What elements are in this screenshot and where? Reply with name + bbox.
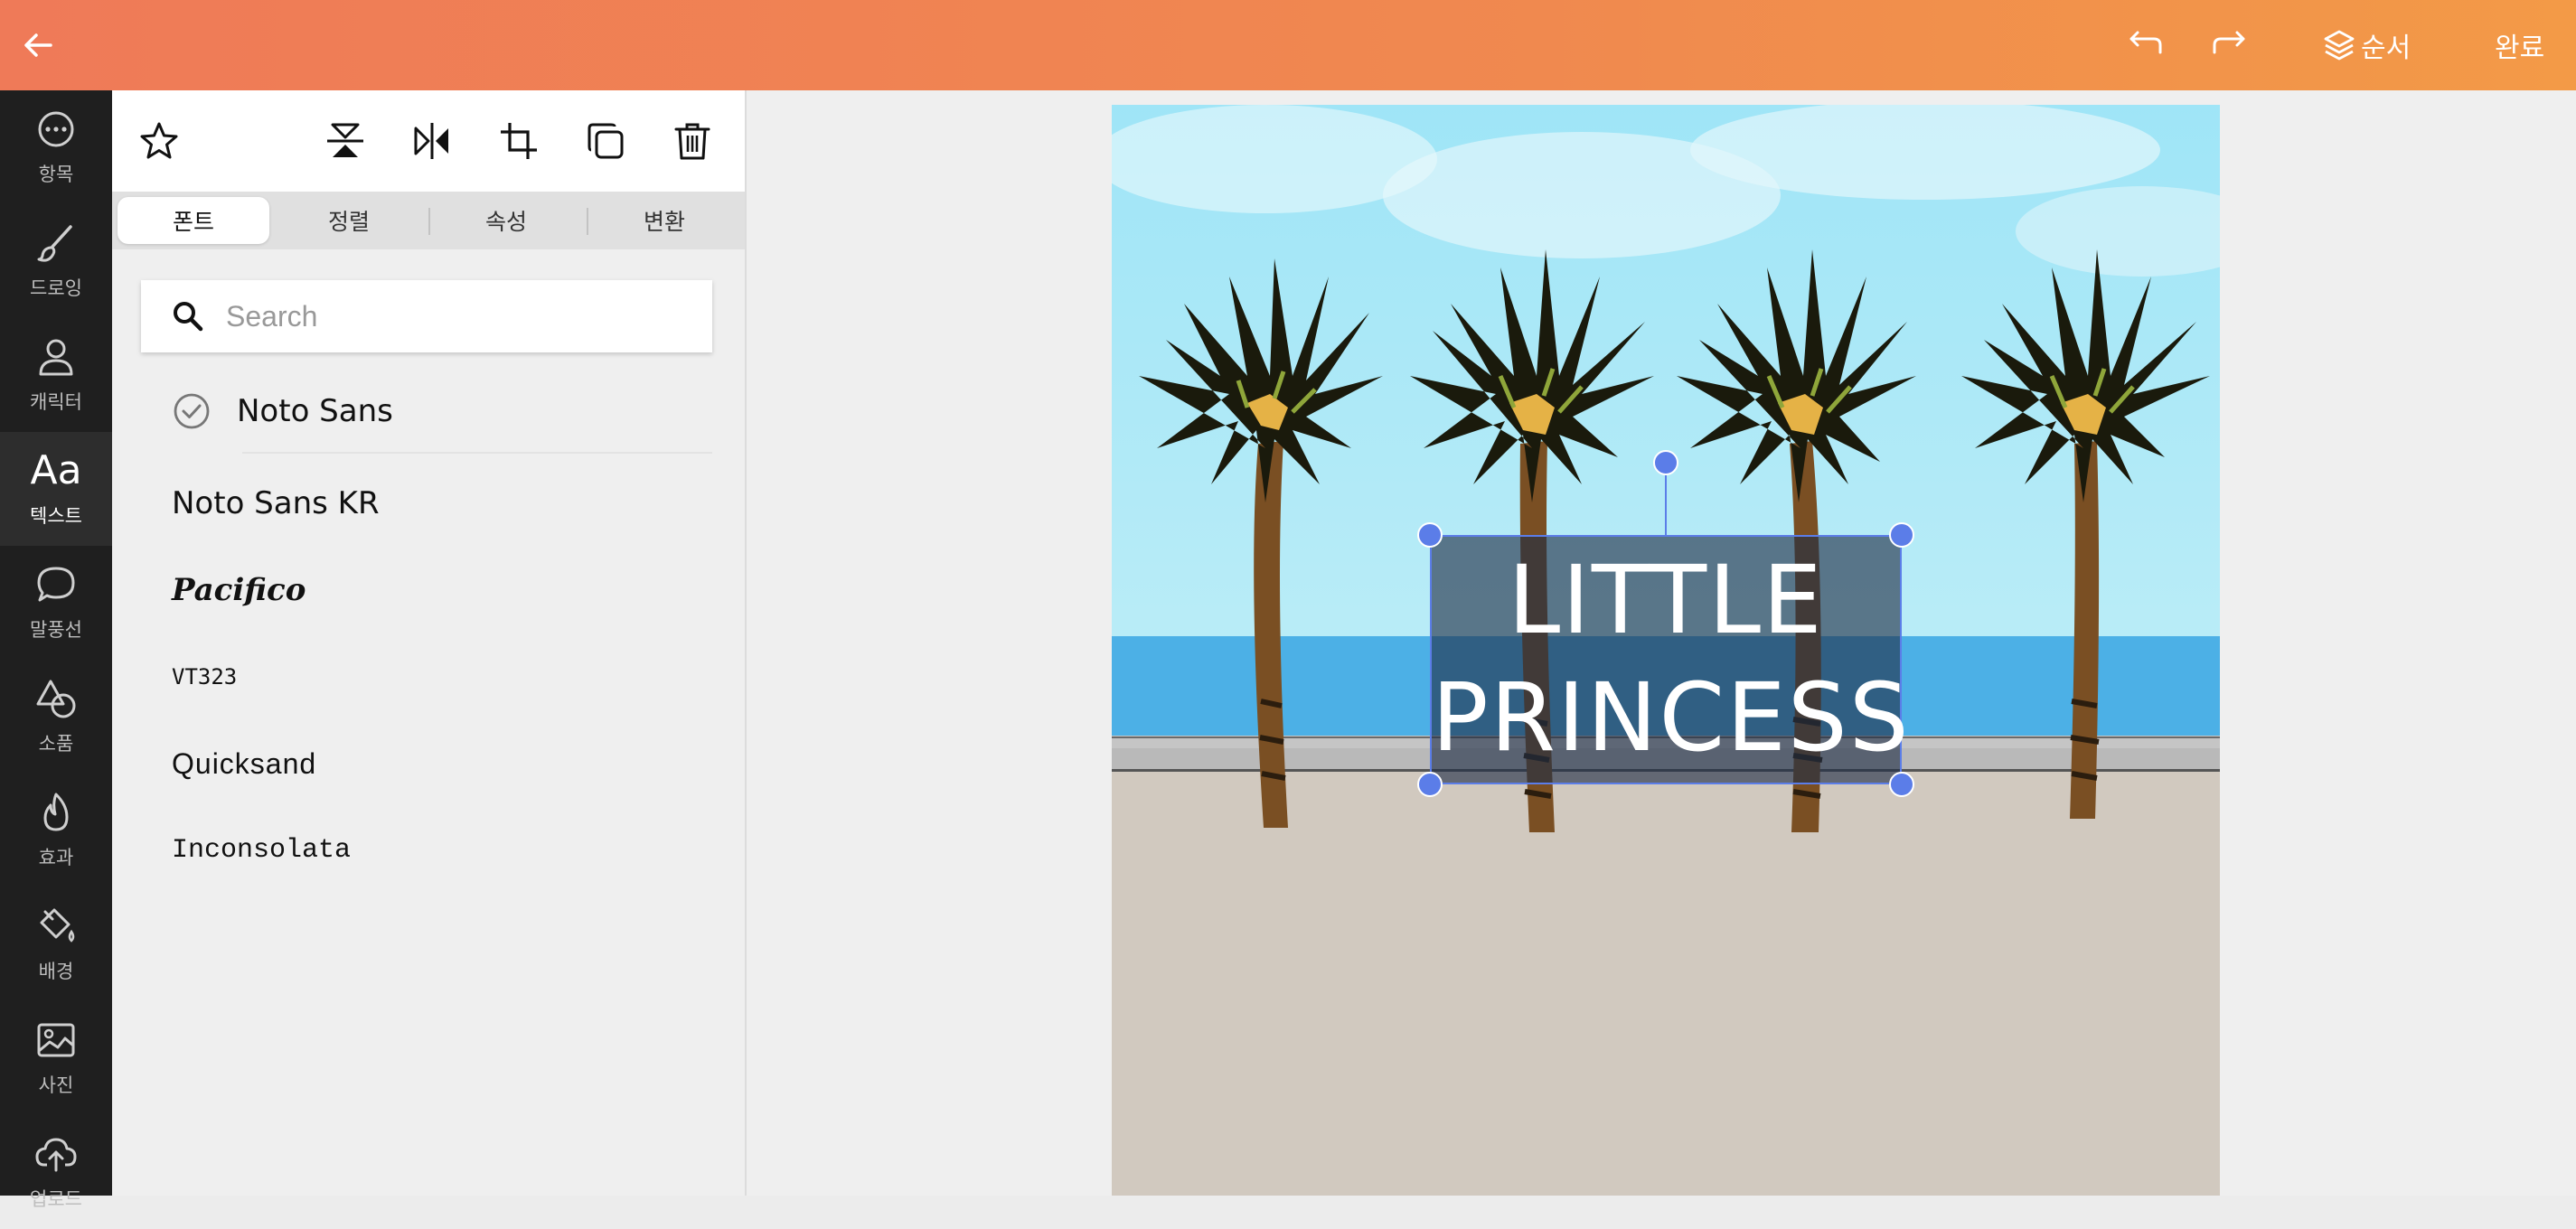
resize-handle-top-left[interactable] [1417, 522, 1443, 548]
tab-properties[interactable]: 속성 [430, 197, 582, 244]
font-name: Pacifico [172, 572, 306, 608]
shapes-icon [36, 680, 76, 718]
tab-transform[interactable]: 변환 [588, 197, 740, 244]
crop-icon [501, 123, 537, 159]
rail-label: 말풍선 [30, 620, 82, 641]
rail-item-speech-bubble[interactable]: 말풍선 [0, 546, 112, 660]
font-name: Inconsolata [172, 835, 352, 866]
resize-handle-top-right[interactable] [1889, 522, 1914, 548]
font-list-divider [242, 452, 712, 454]
favorite-button[interactable] [134, 116, 184, 166]
arrow-left-icon [24, 33, 52, 57]
rail-item-character[interactable]: 캐릭터 [0, 318, 112, 432]
rail-item-effects[interactable]: 효과 [0, 774, 112, 887]
flip-vertical-button[interactable] [320, 116, 371, 166]
rail-label: 항목 [38, 164, 74, 185]
resize-handle-bottom-right[interactable] [1889, 772, 1914, 797]
upload-icon [35, 1138, 77, 1172]
layers-icon [2324, 30, 2355, 61]
rail-item-drawing[interactable]: 드로잉 [0, 204, 112, 318]
top-bar: 순서 완료 [0, 0, 2576, 90]
crop-button[interactable] [494, 116, 544, 166]
rail-item-text[interactable]: Aa 텍스트 [0, 432, 112, 546]
font-search-box [141, 280, 712, 352]
check-circle-icon [174, 393, 210, 429]
trash-icon [674, 123, 710, 160]
tool-rail: 항목 드로잉 캐릭터 Aa 텍스트 말풍선 소품 효과 배경 사진 업로드 [0, 90, 112, 1210]
text-line-1: LITTLE [1508, 545, 1824, 655]
undo-button[interactable] [2119, 20, 2169, 70]
font-item-noto-sans-kr[interactable]: Noto Sans KR [112, 463, 745, 544]
order-button[interactable]: 순서 [2321, 18, 2411, 72]
rail-item-upload[interactable]: 업로드 [0, 1115, 112, 1229]
redo-icon [2213, 31, 2245, 54]
rail-label: 드로잉 [30, 278, 82, 299]
rail-item-photo[interactable]: 사진 [0, 1001, 112, 1115]
rotation-line [1665, 474, 1667, 535]
text-line-2: PRINCESS [1432, 662, 1911, 773]
order-label: 순서 [2361, 33, 2411, 63]
more-icon [38, 111, 74, 147]
flame-icon [43, 793, 69, 831]
font-item-pacifico[interactable]: Pacifico [112, 549, 745, 631]
rail-label: 캐릭터 [30, 392, 82, 413]
undo-icon [2129, 31, 2162, 54]
delete-button[interactable] [667, 116, 718, 166]
tab-align[interactable]: 정렬 [273, 197, 425, 244]
font-search-input[interactable] [224, 298, 680, 334]
star-icon [140, 122, 178, 159]
image-icon [37, 1023, 75, 1057]
rail-label: 사진 [38, 1075, 74, 1096]
brush-icon [37, 225, 72, 262]
selected-text-box[interactable]: LITTLE PRINCESS [1430, 535, 1911, 784]
flip-horizontal-icon [414, 123, 448, 159]
tab-font[interactable]: 폰트 [118, 197, 269, 244]
copy-icon [588, 123, 624, 159]
font-item-inconsolata[interactable]: Inconsolata [112, 810, 745, 891]
resize-handle-bottom-left[interactable] [1417, 772, 1443, 797]
person-icon [39, 339, 73, 376]
rail-label: 배경 [38, 962, 74, 982]
panel-tabs: 폰트 정렬 속성 변환 [112, 192, 745, 249]
font-name: VT323 [172, 664, 238, 690]
font-item-vt323[interactable]: VT323 [112, 636, 745, 718]
text-panel: 폰트 정렬 속성 변환 Noto Sans Noto Sans KR Pacif… [112, 90, 747, 1196]
paint-bucket-icon [40, 908, 75, 943]
font-item-noto-sans[interactable]: Noto Sans [112, 371, 745, 452]
speech-bubble-icon [37, 567, 75, 602]
rail-label: 텍스트 [30, 506, 82, 527]
rail-label: 효과 [38, 848, 74, 868]
font-name: Quicksand [172, 746, 317, 780]
font-item-quicksand[interactable]: Quicksand [112, 723, 745, 804]
back-button[interactable] [13, 20, 63, 70]
done-button[interactable]: 완료 [2495, 18, 2544, 72]
flip-vertical-icon [327, 123, 363, 157]
rail-item-props[interactable]: 소품 [0, 660, 112, 774]
text-toolbar [112, 90, 745, 192]
duplicate-button[interactable] [580, 116, 631, 166]
flip-horizontal-button[interactable] [407, 116, 457, 166]
font-name: Noto Sans KR [172, 485, 380, 521]
rail-item-items[interactable]: 항목 [0, 90, 112, 204]
rail-label: 소품 [38, 734, 74, 755]
rail-label: 업로드 [30, 1189, 82, 1210]
redo-button[interactable] [2205, 20, 2256, 70]
rail-item-background[interactable]: 배경 [0, 887, 112, 1001]
rotate-handle[interactable] [1653, 450, 1678, 475]
text-icon: Aa [30, 447, 82, 493]
font-name: Noto Sans [237, 393, 393, 429]
search-icon [174, 302, 203, 332]
